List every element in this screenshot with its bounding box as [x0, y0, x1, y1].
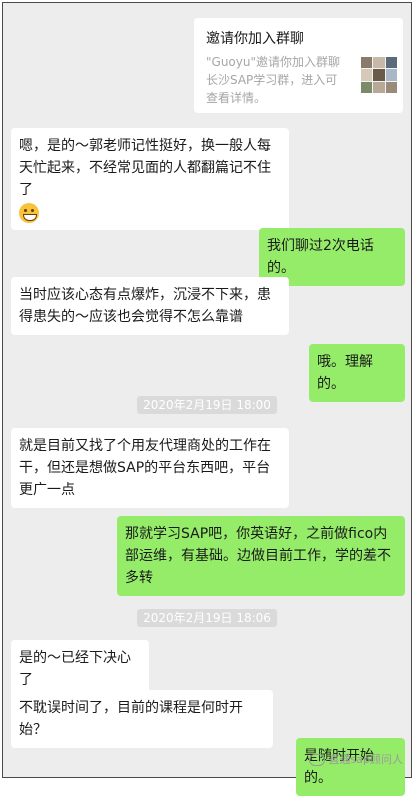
message-bubble-incoming[interactable]: 嗯，是的～郭老师记性挺好，换一般人每天忙起来，不经常见面的人都翻篇记不住了 — [11, 128, 289, 230]
timestamp-divider: 2020年2月19日 18:00 — [137, 396, 277, 414]
message-text: 我们聊过2次电话的。 — [267, 238, 374, 276]
avatar-tile — [385, 81, 397, 93]
message-bubble-incoming[interactable]: 不耽误时间了，目前的课程是何时开始？ — [11, 690, 273, 748]
message-text: 哦。理解的。 — [317, 354, 373, 392]
avatar-tile — [361, 69, 373, 81]
watermark-text: 直通sap顾问人 — [328, 753, 403, 766]
grinning-face-icon — [19, 203, 39, 223]
group-invite-card[interactable]: 邀请你加入群聊 "Guoyu"邀请你加入群聊长沙SAP学习群，进入可查看详情。 — [194, 18, 403, 113]
message-bubble-incoming[interactable]: 就是目前又找了个用友代理商处的工作在干，但还是想做SAP的平台东西吧，平台更广一… — [11, 428, 289, 508]
avatar-tile — [373, 81, 385, 93]
avatar-tile — [385, 69, 397, 81]
chat-window: 邀请你加入群聊 "Guoyu"邀请你加入群聊长沙SAP学习群，进入可查看详情。 … — [2, 2, 412, 796]
message-bubble-incoming[interactable]: 当时应该心态有点爆炸，沉浸不下来，患得患失的～应该也会觉得不怎么靠谱 — [11, 277, 289, 335]
message-text: 当时应该心态有点爆炸，沉浸不下来，患得患失的～应该也会觉得不怎么靠谱 — [19, 287, 271, 325]
message-text: 那就学习SAP吧，你英语好，之前做fico内部运维，有基础。边做目前工作，学的差… — [125, 526, 391, 586]
invite-card-description: "Guoyu"邀请你加入群聊长沙SAP学习群，进入可查看详情。 — [206, 55, 340, 105]
message-text: 是的～已经下决心了 — [19, 650, 131, 688]
message-bubble-outgoing[interactable]: 那就学习SAP吧，你英语好，之前做fico内部运维，有基础。边做目前工作，学的差… — [117, 516, 405, 596]
message-bubble-outgoing[interactable]: 是随时开始的。 — [296, 738, 405, 796]
watermark: 直通sap顾问人 — [308, 751, 403, 767]
avatar-tile — [373, 57, 385, 69]
avatar-tile — [361, 57, 373, 69]
avatar-tile — [361, 81, 373, 93]
message-text: 不耽误时间了，目前的课程是何时开始？ — [19, 700, 243, 738]
avatar-tile — [385, 57, 397, 69]
message-text: 嗯，是的～郭老师记性挺好，换一般人每天忙起来，不经常见面的人都翻篇记不住了 — [19, 138, 271, 198]
avatar-tile — [373, 69, 385, 81]
timestamp-divider: 2020年2月19日 18:06 — [137, 609, 277, 627]
invite-card-title: 邀请你加入群聊 — [206, 31, 304, 47]
group-avatar — [361, 57, 397, 93]
message-text: 就是目前又找了个用友代理商处的工作在干，但还是想做SAP的平台东西吧，平台更广一… — [19, 438, 271, 498]
message-bubble-outgoing[interactable]: 哦。理解的。 — [309, 344, 405, 402]
wechat-icon — [308, 754, 325, 766]
